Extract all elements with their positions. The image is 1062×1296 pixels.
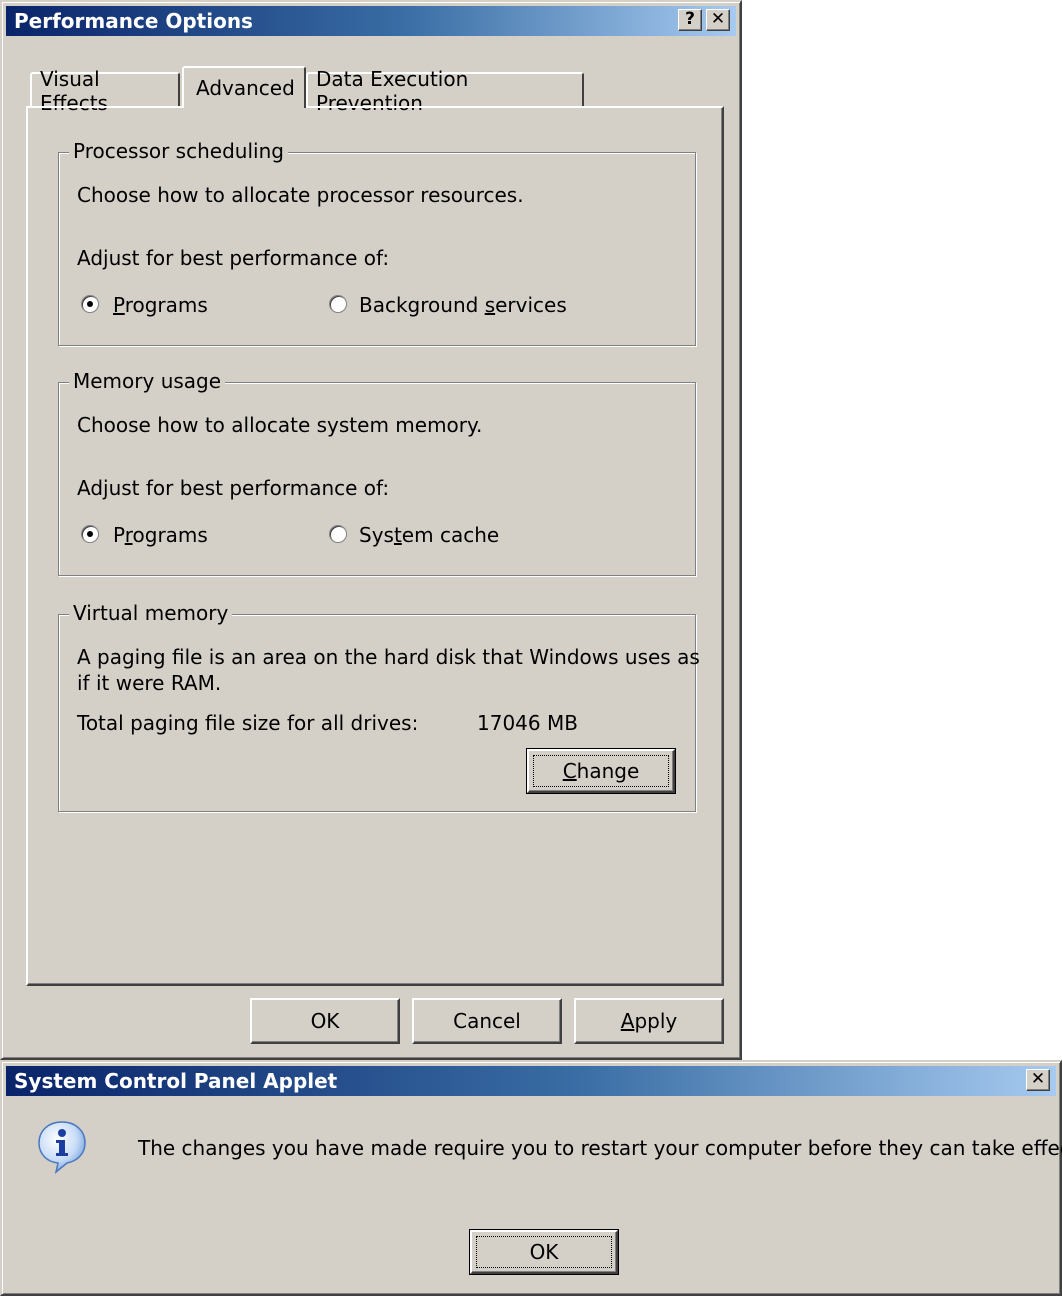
background-services-label[interactable]: Background services (359, 293, 567, 317)
memory-adjust-label: Adjust for best performance of: (77, 476, 390, 500)
apply-button[interactable]: Apply (574, 998, 724, 1044)
tab-visual-effects[interactable]: Visual Effects (30, 67, 180, 115)
virtual-description-line1: A paging file is an area on the hard dis… (77, 645, 700, 669)
close-icon: ✕ (710, 9, 726, 29)
virtual-memory-group: Virtual memory A paging file is an area … (58, 599, 700, 812)
memory-programs-label[interactable]: Programs (113, 523, 208, 547)
system-cache-label[interactable]: System cache (359, 523, 499, 547)
dialog-title: Performance Options (14, 9, 253, 33)
restart-message: The changes you have made require you to… (138, 1136, 1062, 1160)
title-bar[interactable]: Performance Options ? ✕ (6, 6, 736, 36)
total-paging-value: 17046 MB (477, 711, 578, 735)
cancel-button[interactable]: Cancel (412, 998, 562, 1044)
ok-button[interactable]: OK (250, 998, 400, 1044)
dialog-title: System Control Panel Applet (14, 1069, 338, 1093)
title-bar[interactable]: System Control Panel Applet ✕ (6, 1066, 1056, 1096)
group-legend: Processor scheduling (69, 137, 288, 165)
advanced-tab-panel: Processor scheduling Choose how to alloc… (26, 106, 724, 986)
background-services-radio[interactable] (329, 295, 347, 313)
applet-ok-button[interactable]: OK (469, 1229, 619, 1275)
group-legend: Virtual memory (69, 599, 233, 627)
help-button[interactable]: ? (678, 9, 702, 31)
virtual-description-line2: if it were RAM. (77, 671, 222, 695)
memory-programs-radio[interactable] (81, 525, 99, 543)
tab-data-execution-prevention[interactable]: Data Execution Prevention (306, 67, 584, 115)
close-icon: ✕ (1030, 1069, 1046, 1089)
memory-usage-group: Memory usage Choose how to allocate syst… (58, 367, 696, 576)
close-button[interactable]: ✕ (1026, 1069, 1050, 1091)
change-button[interactable]: Change (526, 748, 676, 794)
processor-scheduling-group: Processor scheduling Choose how to alloc… (58, 137, 696, 346)
system-cache-radio[interactable] (329, 525, 347, 543)
performance-options-dialog: Performance Options ? ✕ Visual Effects A… (0, 0, 742, 1060)
total-paging-label: Total paging file size for all drives: (77, 711, 419, 735)
processor-description: Choose how to allocate processor resourc… (77, 183, 524, 207)
processor-adjust-label: Adjust for best performance of: (77, 246, 390, 270)
processor-programs-radio[interactable] (81, 295, 99, 313)
close-button[interactable]: ✕ (706, 9, 730, 31)
info-icon (34, 1118, 90, 1174)
tab-advanced[interactable]: Advanced (182, 66, 306, 108)
memory-description: Choose how to allocate system memory. (77, 413, 483, 437)
system-control-panel-applet-dialog: System Control Panel Applet ✕ The change… (0, 1060, 1062, 1296)
group-legend: Memory usage (69, 367, 226, 395)
processor-programs-label[interactable]: Programs (113, 293, 208, 317)
